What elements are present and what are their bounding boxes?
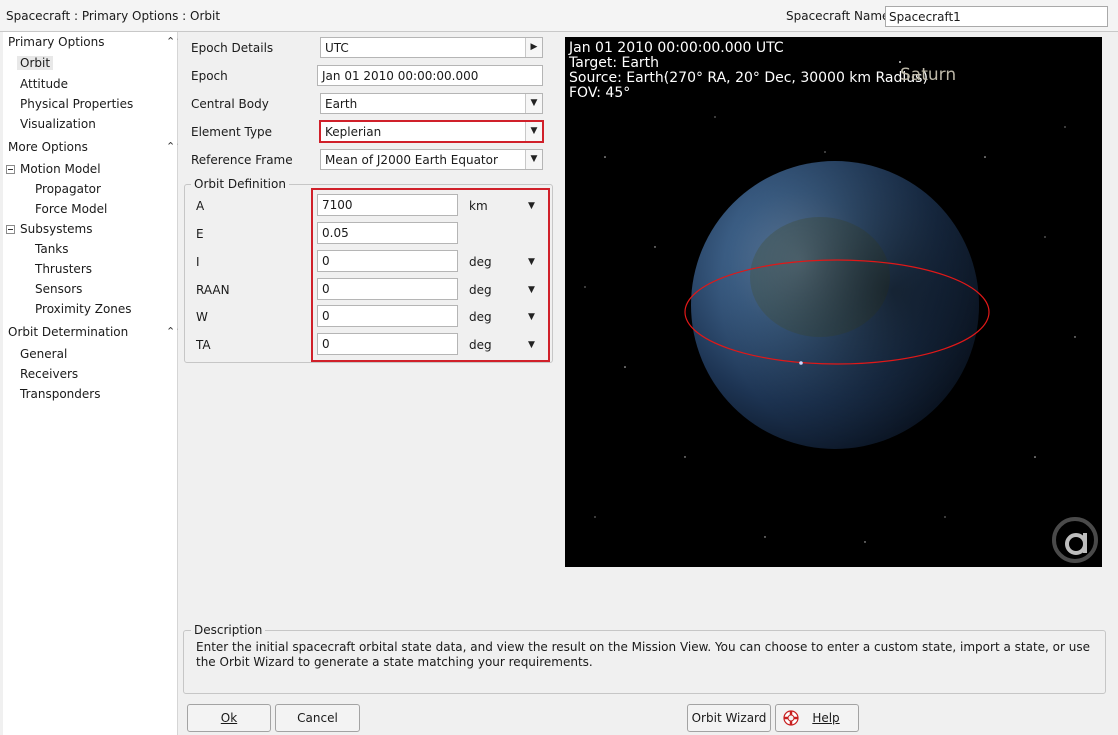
logo-icon — [1052, 517, 1098, 563]
sidebar-item-sensors[interactable]: Sensors — [35, 282, 82, 296]
sidebar-header-primary-options[interactable]: Primary Options — [8, 35, 105, 49]
orbit-param-label-raan: RAAN — [196, 283, 230, 297]
orbit-param-label-i: I — [196, 255, 200, 269]
central-body-value: Earth — [325, 97, 358, 111]
chevron-down-icon[interactable]: ▼ — [528, 340, 535, 350]
epoch-value: Jan 01 2010 00:00:00.000 — [322, 69, 479, 83]
view-overlay-fov: FOV: 45° — [569, 85, 631, 101]
reference-frame-select[interactable]: Mean of J2000 Earth Equator ▼ — [320, 149, 543, 170]
cancel-button-label: Cancel — [297, 711, 338, 725]
orbit-wizard-button-label: Orbit Wizard — [691, 711, 767, 725]
orbit-param-input-i[interactable]: 0 — [317, 250, 458, 272]
help-button-label: Help — [812, 711, 840, 725]
spacecraft-name-input[interactable] — [885, 6, 1108, 27]
orbit-param-unit-ta[interactable]: deg — [469, 338, 492, 352]
reference-frame-label: Reference Frame — [191, 153, 293, 167]
mission-view-scene — [584, 61, 1098, 563]
element-type-select[interactable]: Keplerian ▼ — [319, 120, 544, 143]
epoch-details-select[interactable]: UTC ▶ — [320, 37, 543, 58]
mission-view[interactable]: Jan 01 2010 00:00:00.000 UTC Target: Ear… — [565, 37, 1102, 567]
reference-frame-value: Mean of J2000 Earth Equator — [325, 153, 498, 167]
description-text: Enter the initial spacecraft orbital sta… — [196, 640, 1090, 669]
orbit-param-label-w: W — [196, 310, 208, 324]
orbit-param-label-a: A — [196, 199, 205, 213]
chevron-down-icon[interactable]: ▼ — [528, 285, 535, 295]
ok-button[interactable]: Ok — [187, 704, 271, 732]
orbit-param-label-ta: TA — [196, 338, 211, 352]
orbit-definition-legend: Orbit Definition — [191, 177, 289, 191]
element-type-value: Keplerian — [325, 125, 382, 139]
chevron-down-icon[interactable]: ▼ — [525, 150, 542, 169]
sidebar-item-propagator[interactable]: Propagator — [35, 182, 101, 196]
tree-collapse-icon[interactable] — [6, 165, 15, 174]
help-button[interactable]: Help — [775, 704, 859, 732]
sidebar-header-orbit-determination[interactable]: Orbit Determination — [8, 325, 128, 339]
view-overlay-time: Jan 01 2010 00:00:00.000 UTC — [569, 40, 784, 56]
orbit-param-unit-i[interactable]: deg — [469, 255, 492, 269]
view-overlay-target: Target: Earth — [569, 55, 660, 71]
epoch-label: Epoch — [191, 69, 228, 83]
chevron-down-icon[interactable]: ▼ — [525, 94, 542, 113]
orbit-param-unit-w[interactable]: deg — [469, 310, 492, 324]
planet-label-saturn: Saturn — [900, 65, 957, 85]
central-body-label: Central Body — [191, 97, 269, 111]
central-body-select[interactable]: Earth ▼ — [320, 93, 543, 114]
sidebar-item-transponders[interactable]: Transponders — [20, 387, 100, 401]
sidebar-item-subsystems[interactable]: Subsystems — [20, 222, 92, 236]
earth-night-side — [691, 161, 979, 449]
orbit-param-unit-a[interactable]: km — [469, 199, 488, 213]
orbit-param-input-w[interactable]: 0 — [317, 305, 458, 327]
sidebar-item-visualization[interactable]: Visualization — [20, 117, 96, 131]
sidebar-item-physical-properties[interactable]: Physical Properties — [20, 97, 133, 111]
sidebar-item-receivers[interactable]: Receivers — [20, 367, 78, 381]
chevron-down-icon[interactable]: ▼ — [528, 312, 535, 322]
sidebar: Primary Options ⌃⌃ Orbit Attitude Physic… — [3, 32, 184, 735]
chevron-down-icon[interactable]: ▼ — [528, 257, 535, 267]
title-bar: Spacecraft : Primary Options : Orbit Spa… — [0, 0, 1118, 32]
sidebar-item-general[interactable]: General — [20, 347, 67, 361]
sidebar-item-tanks[interactable]: Tanks — [35, 242, 69, 256]
lifebuoy-icon — [783, 710, 799, 726]
view-overlay-source: Source: Earth(270° RA, 20° Dec, 30000 km… — [569, 70, 928, 86]
orbit-param-unit-raan[interactable]: deg — [469, 283, 492, 297]
sidebar-item-force-model[interactable]: Force Model — [35, 202, 107, 216]
sidebar-item-motion-model[interactable]: Motion Model — [20, 162, 101, 176]
epoch-details-label: Epoch Details — [191, 41, 274, 55]
orbit-param-input-e[interactable]: 0.05 — [317, 222, 458, 244]
sidebar-item-thrusters[interactable]: Thrusters — [35, 262, 92, 276]
orbit-param-input-ta[interactable]: 0 — [317, 333, 458, 355]
element-type-label: Element Type — [191, 125, 273, 139]
epoch-details-value: UTC — [325, 41, 349, 55]
sidebar-header-more-options[interactable]: More Options — [8, 140, 88, 154]
tree-collapse-icon[interactable] — [6, 225, 15, 234]
spacecraft-name-label: Spacecraft Name — [786, 9, 890, 23]
orbit-wizard-button[interactable]: Orbit Wizard — [687, 704, 771, 732]
breadcrumb: Spacecraft : Primary Options : Orbit — [6, 9, 221, 23]
orbit-param-input-a[interactable]: 7100 — [317, 194, 458, 216]
sidebar-item-attitude[interactable]: Attitude — [20, 77, 68, 91]
description-legend: Description — [191, 623, 266, 637]
ok-button-label: Ok — [220, 711, 238, 725]
cancel-button[interactable]: Cancel — [275, 704, 360, 732]
spacecraft-marker[interactable] — [799, 361, 803, 365]
sidebar-item-proximity-zones[interactable]: Proximity Zones — [35, 302, 132, 316]
orbit-param-input-raan[interactable]: 0 — [317, 278, 458, 300]
chevron-down-icon[interactable]: ▼ — [528, 201, 535, 211]
sidebar-item-orbit[interactable]: Orbit — [17, 56, 54, 70]
epoch-input[interactable]: Jan 01 2010 00:00:00.000 — [317, 65, 543, 86]
chevron-down-icon[interactable]: ▼ — [525, 122, 542, 141]
orbit-param-label-e: E — [196, 227, 204, 241]
chevron-right-icon[interactable]: ▶ — [525, 38, 542, 57]
